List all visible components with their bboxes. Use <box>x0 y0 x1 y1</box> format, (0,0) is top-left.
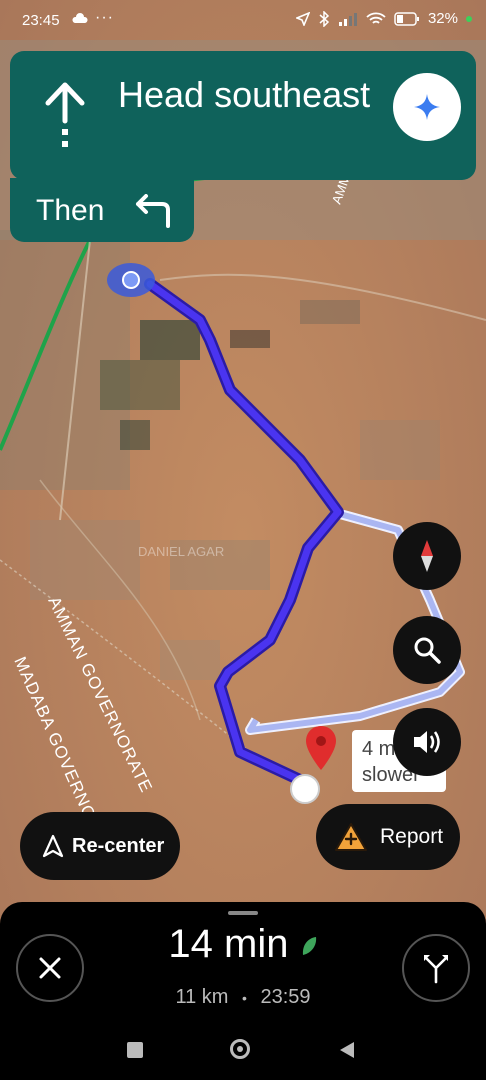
location-arrow-icon <box>295 11 310 26</box>
battery-percent: 32% <box>427 10 458 27</box>
sound-button[interactable] <box>393 708 461 776</box>
trip-distance: 11 km <box>175 986 229 1008</box>
system-navigation-bar <box>0 1030 486 1080</box>
map-watermark: DANIEL AGAR <box>138 544 224 559</box>
compass-button[interactable] <box>393 522 461 590</box>
current-location-marker <box>107 263 155 297</box>
destination-pin-icon[interactable] <box>304 724 338 774</box>
volume-icon <box>414 731 440 753</box>
bluetooth-icon <box>319 10 330 27</box>
trip-duration: 14 min <box>100 922 386 967</box>
search-icon <box>414 637 441 664</box>
destination-marker <box>290 774 320 804</box>
cloud-icon <box>72 13 88 23</box>
battery-icon <box>394 11 419 26</box>
wifi-icon <box>366 12 386 24</box>
fork-route-icon <box>424 955 448 984</box>
assistant-button[interactable] <box>393 73 461 141</box>
charging-dot-icon <box>466 15 472 22</box>
compass-icon <box>421 540 433 572</box>
home-button[interactable] <box>230 1039 250 1059</box>
recenter-label: Re-center <box>72 834 165 857</box>
home-dot-icon <box>237 1046 243 1052</box>
direction-instruction: Head southeast <box>118 74 371 115</box>
sparkle-icon <box>414 94 440 120</box>
status-icons: 32% <box>295 10 472 27</box>
recents-button[interactable] <box>127 1042 143 1058</box>
navigation-arrow-icon <box>42 834 64 858</box>
back-button[interactable] <box>338 1040 356 1060</box>
eco-leaf-icon <box>302 937 316 956</box>
report-warning-icon <box>335 823 367 851</box>
signal-icon <box>338 12 357 26</box>
recenter-button[interactable]: Re-center <box>20 812 180 880</box>
sheet-drag-handle[interactable] <box>228 911 258 915</box>
then-label: Then <box>36 194 105 227</box>
turn-left-icon <box>136 194 170 228</box>
alternate-routes-button[interactable] <box>402 934 470 1002</box>
status-time: 23:45 <box>22 12 60 29</box>
close-icon <box>39 957 61 979</box>
trip-details: 11 km • 23:59 <box>100 986 386 1009</box>
exit-navigation-button[interactable] <box>16 934 84 1002</box>
more-notifications-icon: ··· <box>95 9 114 26</box>
report-button[interactable]: Report <box>316 804 460 870</box>
report-label: Report <box>380 825 444 848</box>
next-turn-card[interactable]: Then <box>10 178 194 242</box>
direction-card[interactable]: Head southeast <box>10 51 476 180</box>
trip-arrival-time: 23:59 <box>260 986 311 1008</box>
search-button[interactable] <box>393 616 461 684</box>
trip-separator: • <box>242 990 247 1006</box>
status-bar: 23:45 ··· 32% <box>0 0 486 42</box>
duration-text: 14 min <box>168 922 289 966</box>
straight-up-arrow-icon <box>45 82 85 147</box>
